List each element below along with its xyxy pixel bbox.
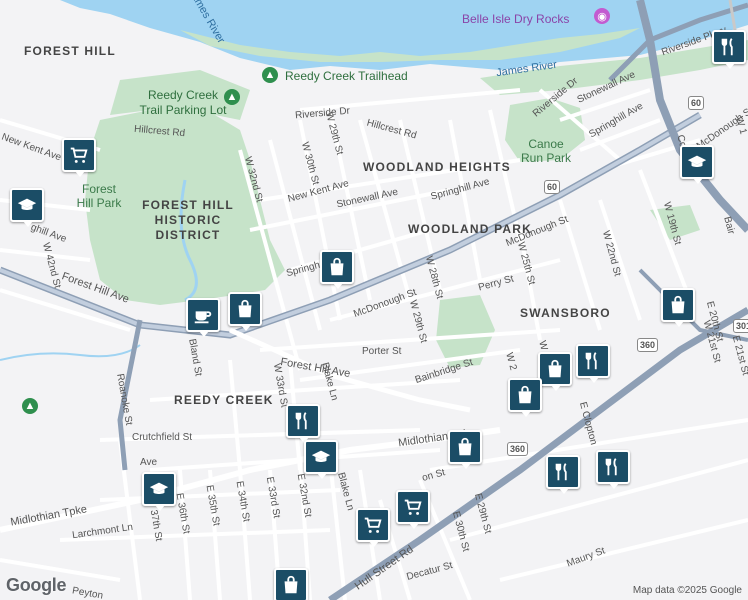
- restaurant-icon[interactable]: [596, 450, 630, 489]
- shopping-bag-icon[interactable]: [448, 430, 482, 469]
- street-label: Ave: [140, 457, 158, 468]
- route-shield: 360: [637, 338, 659, 352]
- restaurant-icon[interactable]: [286, 404, 320, 443]
- restaurant-icon[interactable]: [712, 30, 746, 69]
- trail-parking-label[interactable]: Reedy Creek Trail Parking Lot: [138, 88, 228, 118]
- area-label-swansboro: SWANSBORO: [520, 306, 611, 320]
- map-attribution[interactable]: Map data ©2025 Google: [633, 585, 742, 596]
- route-shield: 301: [733, 319, 748, 333]
- park-tree-icon[interactable]: ▲: [262, 67, 278, 83]
- restaurant-icon[interactable]: [546, 455, 580, 494]
- shopping-bag-icon[interactable]: [228, 292, 262, 331]
- map-canvas[interactable]: FOREST HILL WOODLAND HEIGHTS WOODLAND PA…: [0, 0, 748, 600]
- park-tree-icon[interactable]: ▲: [224, 89, 240, 105]
- cafe-icon[interactable]: [186, 298, 220, 337]
- area-label-forest-hill: FOREST HILL: [24, 44, 116, 58]
- shopping-bag-icon[interactable]: [320, 250, 354, 289]
- school-icon[interactable]: [10, 188, 44, 227]
- route-shield: 60: [688, 96, 705, 110]
- shopping-bag-icon[interactable]: [508, 378, 542, 417]
- shopping-bag-icon[interactable]: [661, 288, 695, 327]
- grocery-cart-icon[interactable]: [62, 138, 96, 177]
- camera-icon[interactable]: ◉: [594, 8, 610, 24]
- woodland-heights-text: WOODLAND HEIGHTS: [363, 160, 511, 174]
- google-logo: Google: [6, 575, 67, 595]
- trailhead-label[interactable]: Reedy Creek Trailhead: [285, 69, 408, 83]
- school-icon[interactable]: [680, 145, 714, 184]
- restaurant-icon[interactable]: [576, 344, 610, 383]
- shopping-bag-icon[interactable]: [538, 352, 572, 391]
- belle-isle-label[interactable]: Belle Isle Dry Rocks: [462, 12, 569, 26]
- canoe-run-park-label[interactable]: Canoe Run Park: [516, 137, 576, 165]
- historic-district-label: FOREST HILL HISTORIC DISTRICT: [142, 198, 234, 242]
- forest-hill-park-label[interactable]: Forest Hill Park: [74, 182, 124, 210]
- street-label: Porter St: [362, 346, 402, 357]
- park-tree-icon[interactable]: ▲: [22, 398, 38, 414]
- school-icon[interactable]: [304, 440, 338, 479]
- street-label: Crutchfield St: [132, 432, 193, 443]
- area-label-woodland-heights: WOODLAND HEIGHTS: [363, 160, 511, 174]
- area-label-reedy-creek: REEDY CREEK: [174, 393, 274, 407]
- shopping-bag-icon[interactable]: [274, 568, 308, 600]
- route-shield: 60: [544, 180, 561, 194]
- grocery-cart-icon[interactable]: [356, 508, 390, 547]
- grocery-cart-icon[interactable]: [396, 490, 430, 529]
- route-shield: 360: [507, 442, 529, 456]
- school-icon[interactable]: [142, 472, 176, 511]
